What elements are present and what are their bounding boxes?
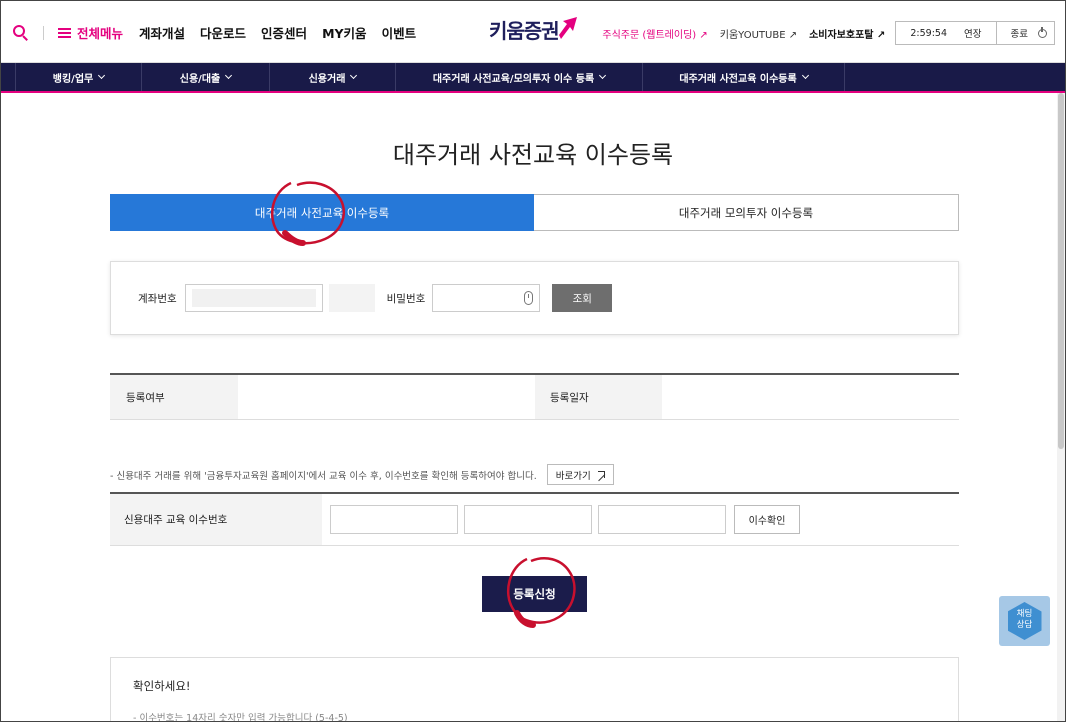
certificate-number-row: 신용대주 교육 이수번호 이수확인 — [110, 492, 959, 546]
certificate-number-input-1[interactable] — [330, 505, 458, 534]
account-label: 계좌번호 — [138, 292, 177, 305]
chevron-down-icon — [350, 71, 358, 80]
logo-text: 키움증권 — [489, 19, 560, 43]
shortcut-button[interactable]: 바로가기 — [546, 464, 614, 485]
registered-label: 등록여부 — [110, 375, 238, 419]
account-number-input[interactable] — [184, 284, 323, 312]
consumer-portal-label: 소비자보호포탈 — [809, 29, 874, 41]
header-link-account-open[interactable]: 계좌개설 — [139, 23, 185, 42]
main-nav: 뱅킹/업무 신용/대출 신용거래 대주거래 사전교육/모의투자 이수 등록 대주… — [1, 63, 1065, 93]
session-timer: 2:59:54 연장 종료 — [895, 21, 1055, 45]
web-trading-label: 주식주문 (웹트레이딩) — [602, 29, 697, 41]
info-box: 확인하세요! - 이수번호는 14자리 숫자만 입력 가능합니다 (5-4-5) — [110, 657, 959, 722]
mouse-keypad-icon[interactable] — [524, 291, 534, 305]
nav-label: 뱅킹/업무 — [52, 73, 94, 85]
chat-label-1: 채팅 — [1016, 609, 1033, 619]
external-link-icon — [597, 471, 605, 478]
nav-item-credit-loan[interactable]: 신용/대출 — [142, 63, 270, 91]
extend-button[interactable]: 2:59:54 연장 — [896, 22, 995, 44]
divider — [43, 25, 44, 40]
registration-date-label: 등록일자 — [535, 375, 662, 419]
header-link-event[interactable]: 이벤트 — [382, 23, 417, 42]
nav-label: 신용거래 — [308, 73, 346, 85]
nav-label: 신용/대출 — [179, 73, 221, 85]
header-left: 전체메뉴 계좌개설 다운로드 인증센터 MY키움 이벤트 — [13, 23, 431, 42]
youtube-label: 키움YOUTUBE — [719, 29, 786, 41]
header-link-download[interactable]: 다운로드 — [200, 23, 246, 42]
registration-date-value — [662, 375, 959, 419]
chat-label-2: 상담 — [1016, 620, 1033, 630]
chevron-down-icon — [801, 71, 809, 80]
logout-button[interactable]: 종료 — [995, 22, 1054, 44]
hamburger-icon[interactable] — [58, 27, 71, 38]
timer-value: 2:59:54 — [910, 27, 947, 39]
header-right: 주식주문 (웹트레이딩) ↗ 키움YOUTUBE ↗ 소비자보호포탈 ↗ 2:5… — [602, 21, 1055, 45]
password-input[interactable] — [432, 284, 541, 312]
nav-label: 대주거래 사전교육 이수등록 — [679, 73, 797, 85]
shortcut-label: 바로가기 — [555, 470, 591, 482]
header-link-my-kiwoom[interactable]: MY키움 — [322, 23, 367, 42]
youtube-link[interactable]: 키움YOUTUBE ↗ — [720, 26, 797, 41]
certificate-number-label: 신용대주 교육 이수번호 — [110, 494, 322, 545]
masked-value — [191, 289, 316, 307]
confirm-certificate-button[interactable]: 이수확인 — [734, 505, 800, 534]
power-icon — [1038, 26, 1047, 38]
all-menu-link[interactable]: 전체메뉴 — [77, 23, 123, 42]
account-query-panel: 계좌번호 비밀번호 조회 — [110, 261, 959, 335]
web-trading-link[interactable]: 주식주문 (웹트레이딩) ↗ — [602, 26, 707, 41]
site-header: 전체메뉴 계좌개설 다운로드 인증센터 MY키움 이벤트 키움증권 주식주문 (… — [1, 1, 1065, 63]
nav-item-banking[interactable]: 뱅킹/업무 — [15, 63, 142, 91]
logout-label: 종료 — [1010, 29, 1028, 40]
certificate-number-input-2[interactable] — [464, 505, 592, 534]
logo-arrow-icon — [558, 16, 577, 39]
browser-frame: 전체메뉴 계좌개설 다운로드 인증센터 MY키움 이벤트 키움증권 주식주문 (… — [0, 0, 1066, 722]
tab-education-register[interactable]: 대주거래 사전교육 이수등록 — [110, 194, 534, 231]
chevron-down-icon — [599, 71, 607, 80]
scrollbar[interactable] — [1057, 93, 1065, 721]
header-link-cert-center[interactable]: 인증센터 — [261, 23, 307, 42]
info-title: 확인하세요! — [133, 679, 191, 693]
chevron-down-icon — [98, 71, 106, 80]
scrollbar-thumb[interactable] — [1058, 93, 1064, 449]
notice-row: - 신용대주 거래를 위해 '금융투자교육원 홈페이지'에서 교육 이수 후, … — [110, 464, 614, 485]
register-button[interactable]: 등록신청 — [482, 576, 587, 612]
account-suffix-field[interactable] — [328, 284, 375, 312]
logo[interactable]: 키움증권 — [489, 15, 579, 44]
query-button[interactable]: 조회 — [552, 284, 613, 312]
nav-item-short-selling[interactable]: 대주거래 사전교육/모의투자 이수 등록 — [396, 63, 643, 91]
nav-item-education-register[interactable]: 대주거래 사전교육 이수등록 — [643, 63, 845, 91]
search-icon[interactable] — [13, 24, 29, 41]
registered-value — [238, 375, 535, 419]
registration-status-table: 등록여부 등록일자 — [110, 373, 959, 420]
extend-label: 연장 — [964, 29, 982, 40]
notice-text: - 신용대주 거래를 위해 '금융투자교육원 홈페이지'에서 교육 이수 후, … — [110, 470, 537, 482]
tab-bar: 대주거래 사전교육 이수등록 대주거래 모의투자 이수등록 — [110, 194, 959, 231]
nav-item-credit-trading[interactable]: 신용거래 — [270, 63, 396, 91]
chat-consult-button[interactable]: 채팅 상담 — [999, 596, 1050, 646]
certificate-number-input-3[interactable] — [598, 505, 726, 534]
chat-icon: 채팅 상담 — [1007, 602, 1042, 640]
nav-label: 대주거래 사전교육/모의투자 이수 등록 — [432, 73, 595, 85]
consumer-portal-link[interactable]: 소비자보호포탈 ↗ — [809, 26, 885, 41]
password-label: 비밀번호 — [386, 292, 426, 305]
tab-mock-investment-register[interactable]: 대주거래 모의투자 이수등록 — [534, 194, 959, 231]
info-line: - 이수번호는 14자리 숫자만 입력 가능합니다 (5-4-5) — [133, 713, 348, 722]
chevron-down-icon — [225, 71, 233, 80]
page-title: 대주거래 사전교육 이수등록 — [392, 141, 674, 169]
